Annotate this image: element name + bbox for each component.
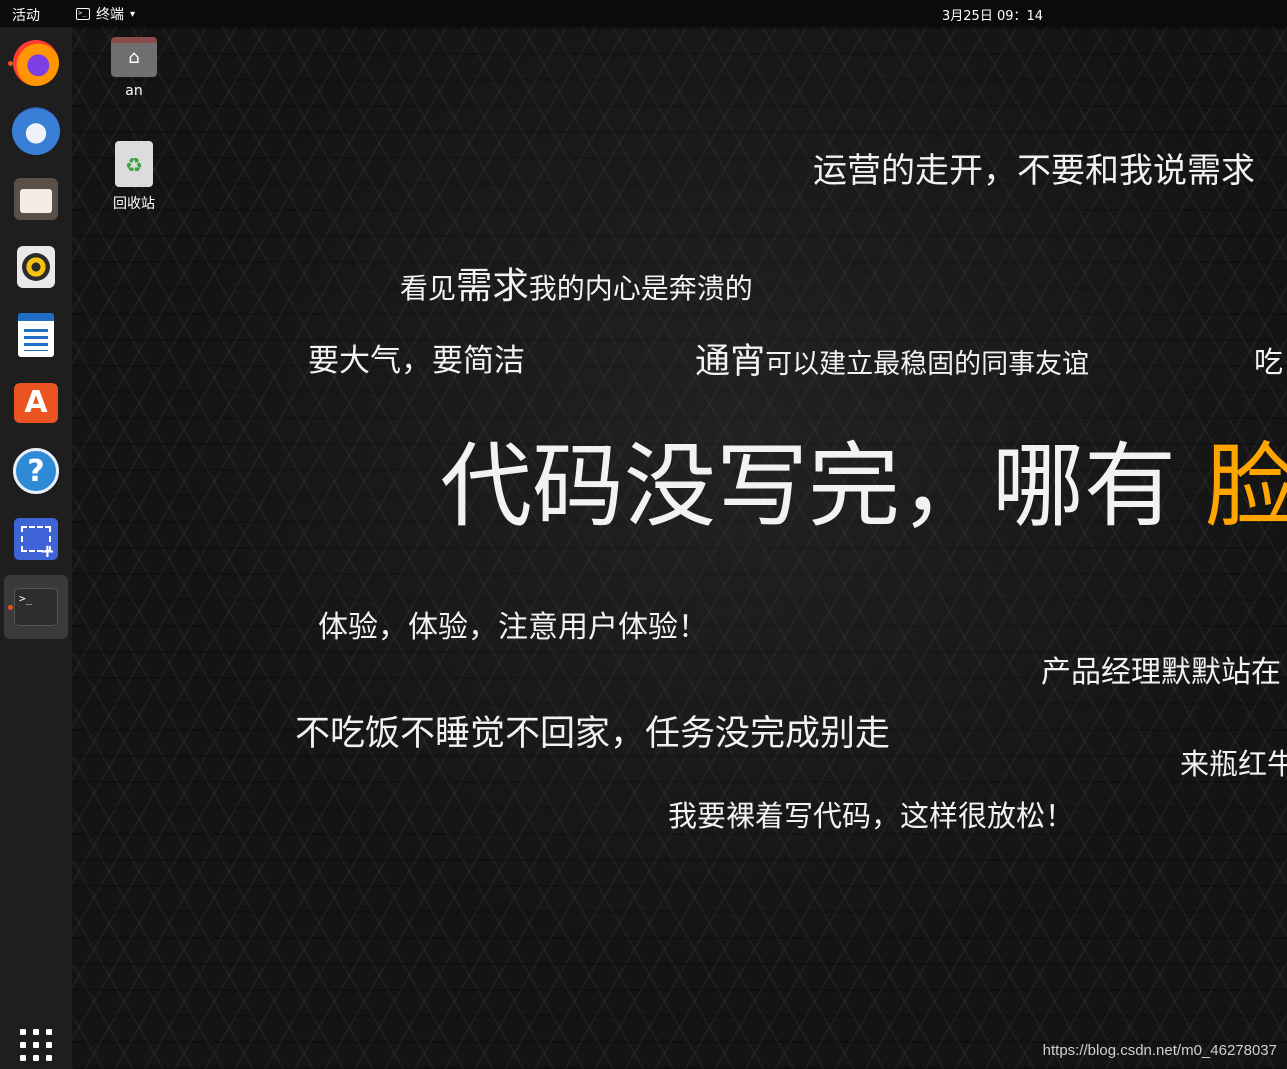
dock-item-help[interactable]: ? <box>4 439 68 503</box>
phrase-10: 来瓶红牛 <box>1180 747 1287 781</box>
software-icon: A <box>14 383 58 423</box>
firefox-icon <box>13 40 59 86</box>
dock-item-software[interactable]: A <box>4 371 68 435</box>
phrase-2-post: 我的内心是奔溃的 <box>528 272 753 305</box>
phrase-1: 运营的走开，不要和我说需求 <box>813 151 1255 191</box>
phrase-4-post: 可以建立最稳固的同事友谊 <box>765 349 1090 380</box>
trash-icon[interactable]: 回收站 <box>99 141 169 213</box>
app-menu-label: 终端 <box>96 7 124 23</box>
dock: A ? >_ <box>0 27 72 1069</box>
dock-item-terminal[interactable]: >_ <box>4 575 68 639</box>
phrase-2-pre: 看见 <box>400 272 457 305</box>
folder-icon <box>111 37 157 77</box>
clock[interactable]: 3月25日 09：14 <box>942 5 1043 24</box>
top-bar: 活动 >_ 终端 ▾ 3月25日 09：14 <box>0 0 1287 27</box>
phrase-6: 代码没写完，哪有 脸 <box>440 432 1287 542</box>
terminal-icon: >_ <box>14 588 58 626</box>
screenshot-icon <box>14 518 58 562</box>
app-menu[interactable]: >_ 终端 ▾ <box>76 4 135 24</box>
show-applications-icon[interactable] <box>20 1029 52 1061</box>
dock-item-files[interactable] <box>4 167 68 231</box>
phrase-6-accent: 脸 <box>1205 433 1287 540</box>
running-indicator <box>8 61 13 66</box>
terminal-mini-icon: >_ <box>76 8 90 20</box>
desktop: an 回收站 运营的走开，不要和我说需求 看见需求我的内心是奔溃的 要大气，要简… <box>72 27 1287 1069</box>
phrase-4: 通宵可以建立最稳固的同事友谊 <box>695 333 1089 384</box>
home-folder-label: an <box>125 83 143 99</box>
rhythmbox-icon <box>17 246 55 288</box>
phrase-7: 体验，体验，注意用户体验！ <box>318 610 708 645</box>
phrase-11: 我要裸着写代码，这样很放松！ <box>668 799 1075 833</box>
dock-item-firefox[interactable] <box>4 31 68 95</box>
chevron-down-icon: ▾ <box>130 8 136 20</box>
phrase-5: 吃 <box>1254 345 1284 379</box>
home-folder-icon[interactable]: an <box>99 37 169 99</box>
phrase-6-main: 代码没写完，哪有 <box>440 433 1206 540</box>
running-indicator <box>8 605 13 610</box>
phrase-9: 不吃饭不睡觉不回家，任务没完成别走 <box>295 714 891 754</box>
dock-item-screenshot[interactable] <box>4 507 68 571</box>
phrase-4-big: 通宵 <box>695 341 766 382</box>
trash-label: 回收站 <box>113 196 155 212</box>
dock-item-writer[interactable] <box>4 303 68 367</box>
writer-icon <box>18 313 54 357</box>
phrase-2: 看见需求我的内心是奔溃的 <box>400 257 753 309</box>
dock-item-thunderbird[interactable] <box>4 99 68 163</box>
watermark: https://blog.csdn.net/m0_46278037 <box>1042 1042 1277 1059</box>
phrase-3: 要大气，要简洁 <box>308 343 525 379</box>
phrase-2-big: 需求 <box>456 264 529 307</box>
thunderbird-icon <box>12 107 60 155</box>
activities-button[interactable]: 活动 <box>12 5 40 25</box>
recycle-icon <box>115 141 153 187</box>
phrase-8: 产品经理默默站在 <box>1041 655 1281 690</box>
dock-item-rhythmbox[interactable] <box>4 235 68 299</box>
help-icon: ? <box>13 448 59 494</box>
files-icon <box>14 178 58 220</box>
